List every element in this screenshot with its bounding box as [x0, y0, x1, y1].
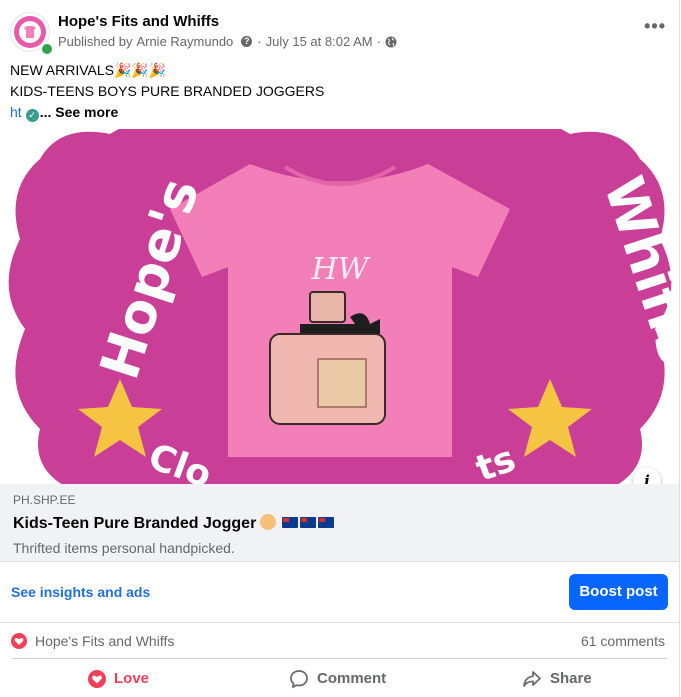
check-icon: ✓ — [25, 109, 39, 122]
published-by-label: Published by — [58, 34, 133, 49]
link-domain: PH.SHP.EE — [13, 493, 76, 507]
post-meta: Published by Arnie Raymundo ? · July 15 … — [58, 34, 397, 49]
post-text-line-2: KIDS-TEENS BOYS PURE BRANDED JOGGERS — [10, 83, 325, 99]
flag-icon — [300, 517, 317, 528]
comments-count[interactable]: 61 comments — [581, 633, 665, 649]
more-options-icon[interactable]: ••• — [644, 16, 666, 37]
post-text-line-3: ht ✓... See more — [10, 102, 324, 123]
share-label: Share — [550, 670, 592, 687]
insights-row: See insights and ads Boost post — [0, 562, 679, 622]
author-name[interactable]: Arnie Raymundo — [136, 34, 233, 49]
love-reaction-icon[interactable] — [11, 633, 27, 649]
see-more-button[interactable]: ... See more — [40, 104, 119, 120]
flag-icon — [318, 517, 335, 528]
flag-icon — [282, 517, 299, 528]
link-description: Thrifted items personal handpicked. — [13, 540, 235, 556]
share-button[interactable]: Share — [522, 660, 592, 697]
divider — [12, 658, 667, 659]
post-text-link[interactable]: ht — [10, 104, 22, 120]
globe-icon[interactable] — [385, 36, 397, 48]
post-image[interactable]: HW Hope's Whiffs Clo ts i — [0, 129, 679, 484]
post-card: Hope's Fits and Whiffs Published by Arni… — [0, 0, 680, 697]
action-bar: Love Comment Share — [0, 660, 679, 697]
page-name[interactable]: Hope's Fits and Whiffs — [58, 13, 219, 30]
question-icon[interactable]: ? — [241, 36, 253, 47]
share-icon — [523, 670, 541, 687]
link-preview[interactable]: PH.SHP.EE Kids-Teen Pure Branded Jogger … — [0, 484, 679, 562]
meta-separator: · — [376, 34, 381, 49]
link-title-text: Kids-Teen Pure Branded Jogger — [13, 515, 257, 532]
online-status-dot — [40, 42, 54, 56]
link-title: Kids-Teen Pure Branded Jogger — [13, 514, 335, 533]
love-button[interactable]: Love — [88, 660, 149, 697]
shirt-monogram: HW — [311, 252, 371, 287]
reactor-name[interactable]: Hope's Fits and Whiffs — [35, 633, 174, 649]
comment-button[interactable]: Comment — [289, 660, 386, 697]
comment-label: Comment — [317, 670, 387, 687]
love-label: Love — [114, 670, 150, 687]
see-insights-link[interactable]: See insights and ads — [11, 584, 150, 600]
post-text-line-1: NEW ARRIVALS🎉🎉🎉 — [10, 62, 167, 78]
hope-logo-image: HW Hope's Whiffs Clo ts — [0, 129, 679, 484]
boost-post-button[interactable]: Boost post — [569, 574, 668, 610]
timestamp[interactable]: July 15 at 8:02 AM — [266, 34, 373, 49]
comment-icon — [290, 669, 308, 689]
boy-face-icon — [260, 514, 277, 530]
reactions-row: Hope's Fits and Whiffs 61 comments — [0, 623, 679, 659]
meta-separator: · — [257, 34, 262, 49]
love-icon — [88, 669, 106, 688]
post-text: NEW ARRIVALS🎉🎉🎉 KIDS-TEENS BOYS PURE BRA… — [10, 60, 324, 123]
post-header: Hope's Fits and Whiffs Published by Arni… — [10, 10, 670, 56]
